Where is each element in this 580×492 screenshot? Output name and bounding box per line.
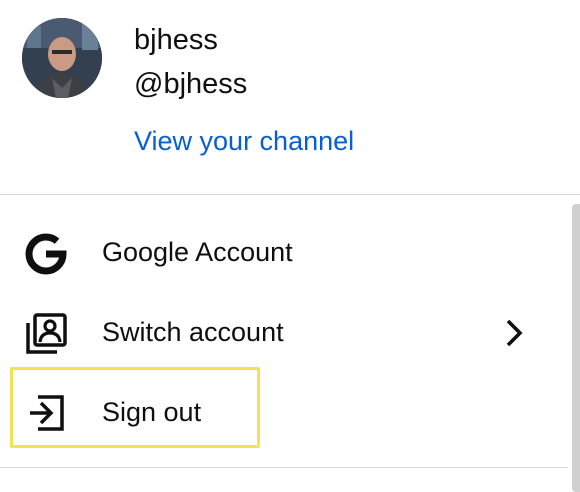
- scrollbar[interactable]: [572, 204, 580, 492]
- menu-item-label: Google Account: [102, 237, 293, 267]
- account-name: bjhess: [134, 24, 218, 56]
- divider: [0, 194, 580, 195]
- chevron-right-icon: [500, 314, 528, 350]
- avatar[interactable]: [22, 18, 102, 98]
- menu-item-label: Switch account: [102, 317, 284, 347]
- account-handle: @bjhess: [134, 68, 248, 100]
- divider: [0, 467, 568, 468]
- menu-item-google-account[interactable]: Google Account: [0, 212, 568, 292]
- view-channel-link[interactable]: View your channel: [134, 124, 354, 158]
- google-g-icon: [24, 232, 68, 276]
- menu-item-sign-out[interactable]: Sign out: [0, 372, 568, 452]
- switch-account-icon: [24, 312, 68, 356]
- menu-item-label: Sign out: [102, 397, 202, 427]
- sign-out-icon: [24, 392, 68, 436]
- user-avatar-photo: [22, 18, 102, 98]
- menu-item-switch-account[interactable]: Switch account: [0, 292, 568, 372]
